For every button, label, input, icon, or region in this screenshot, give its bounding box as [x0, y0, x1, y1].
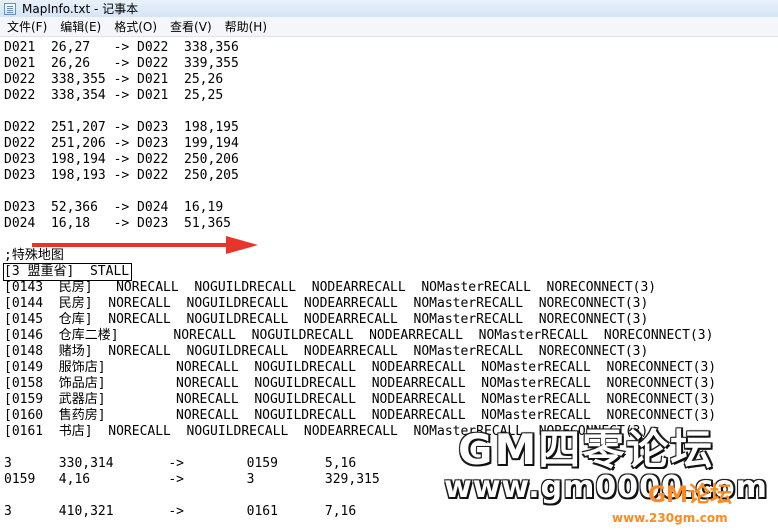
text-line: [0158 饰品店] NORECALL NOGUILDRECALL NODEAR…: [4, 376, 717, 391]
text-line: [0143 民房] NORECALL NOGUILDRECALL NODEARR…: [4, 280, 657, 295]
red-arrow-annotation: [32, 236, 258, 254]
menu-help[interactable]: 帮助(H): [218, 18, 273, 35]
menu-view[interactable]: 查看(V): [163, 18, 218, 35]
text-line: [0160 售药房] NORECALL NOGUILDRECALL NODEAR…: [4, 408, 717, 423]
notepad-icon: [4, 2, 16, 15]
title-bar: MapInfo.txt - 记事本: [0, 0, 778, 17]
text-line: [0161 书店] NORECALL NOGUILDRECALL NODEARR…: [4, 424, 649, 439]
text-line: [0159 武器店] NORECALL NOGUILDRECALL NODEAR…: [4, 392, 717, 407]
text-line: D022 338,355 -> D021 25,26: [4, 72, 224, 87]
menu-file[interactable]: 文件(F): [0, 18, 53, 35]
text-line: D022 251,207 -> D023 198,195: [4, 120, 239, 135]
text-line: D022 251,206 -> D023 199,194: [4, 136, 239, 151]
menu-bar: 文件(F) 编辑(E) 格式(O) 查看(V) 帮助(H): [0, 17, 778, 37]
text-line: D023 52,366 -> D024 16,19: [4, 200, 224, 215]
text-line: [3 盟重省] STALL: [2, 263, 133, 281]
text-line: [0146 仓库二楼] NORECALL NOGUILDRECALL NODEA…: [4, 328, 714, 343]
window-title: MapInfo.txt - 记事本: [22, 2, 139, 16]
text-line: D021 26,27 -> D022 338,356: [4, 40, 239, 55]
text-line: [0144 民房] NORECALL NOGUILDRECALL NODEARR…: [4, 296, 649, 311]
menu-format[interactable]: 格式(O): [107, 18, 163, 35]
text-line: D023 198,194 -> D022 250,206: [4, 152, 239, 167]
notepad-window: MapInfo.txt - 记事本 文件(F) 编辑(E) 格式(O) 查看(V…: [0, 0, 778, 530]
text-line: [0148 赌场] NORECALL NOGUILDRECALL NODEARR…: [4, 344, 649, 359]
text-line: 3 330,314 -> 0159 5,16: [4, 456, 357, 471]
text-line: D023 198,193 -> D022 250,205: [4, 168, 239, 183]
menu-edit[interactable]: 编辑(E): [53, 18, 107, 35]
text-editor-area[interactable]: D021 26,27 -> D022 338,356 D021 26,26 -> …: [0, 37, 778, 530]
text-line: [0149 服饰店] NORECALL NOGUILDRECALL NODEAR…: [4, 360, 717, 375]
text-line: D024 16,18 -> D023 51,365: [4, 216, 231, 231]
text-line: [0145 仓库] NORECALL NOGUILDRECALL NODEARR…: [4, 312, 649, 327]
text-line: 3 410,321 -> 0161 7,16: [4, 504, 357, 519]
text-line: D021 26,26 -> D022 339,355: [4, 56, 239, 71]
text-line: 0159 4,16 -> 3 329,315: [4, 472, 380, 487]
text-line: D022 338,354 -> D021 25,25: [4, 88, 224, 103]
